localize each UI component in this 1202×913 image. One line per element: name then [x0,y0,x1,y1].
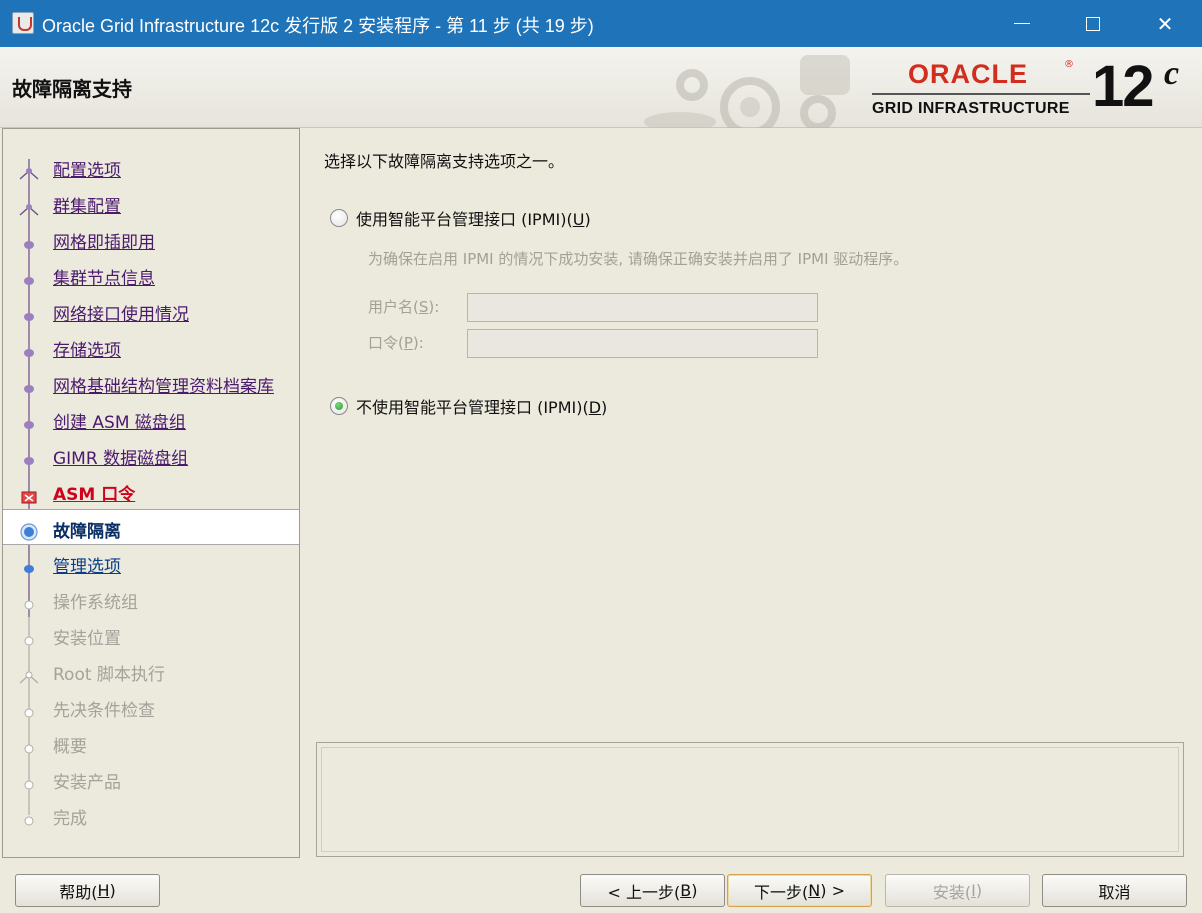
step-label: 管理选项 [53,557,121,577]
sidebar-item-management-options[interactable]: 管理选项 [3,545,299,581]
step-label: 概要 [53,737,87,757]
logo-divider [872,93,1090,95]
sidebar-item-gimr-diskgroup[interactable]: GIMR 数据磁盘组 [3,437,299,473]
sidebar-item-config-option[interactable]: 配置选项 [3,149,299,185]
step-pending-icon [24,600,34,610]
ipmi-option-label: 使用智能平台管理接口 (IPMI)(U) [356,210,591,229]
step-label: 存储选项 [53,341,121,361]
username-field[interactable] [467,293,818,322]
step-branch-icon [19,671,39,684]
install-button: 安装(I) [885,874,1030,907]
step-label: 操作系统组 [53,593,138,613]
sidebar-item-install-product: 安装产品 [3,761,299,797]
step-label: 集群节点信息 [53,269,155,289]
sidebar-item-asm-diskgroup[interactable]: 创建 ASM 磁盘组 [3,401,299,437]
no-ipmi-option[interactable]: 不使用智能平台管理接口 (IPMI)(D) [330,394,607,418]
no-ipmi-option-label: 不使用智能平台管理接口 (IPMI)(D) [356,398,608,417]
cancel-button[interactable]: 取消 [1042,874,1187,907]
sidebar-item-root-script: Root 脚本执行 [3,653,299,689]
ipmi-hint: 为确保在启用 IPMI 的情况下成功安装, 请确保正确安装并启用了 IPMI 驱… [368,250,909,268]
password-label: 口令(P): [368,334,424,352]
username-label: 用户名(S): [368,298,440,316]
sidebar-item-os-groups: 操作系统组 [3,581,299,617]
wizard-body: 配置选项 群集配置 网格即插即用 集群节点信息 网络接口使用情况 存储选项 网格… [0,128,1202,913]
step-label: 创建 ASM 磁盘组 [53,413,186,433]
sidebar-item-network-interfaces[interactable]: 网络接口使用情况 [3,293,299,329]
step-label: 先决条件检查 [53,701,155,721]
sidebar-item-prereq-checks: 先决条件检查 [3,689,299,725]
product-name: GRID INFRASTRUCTURE [872,100,1070,117]
maximize-icon [1086,16,1100,31]
gears-graphic-icon [644,55,850,128]
sidebar-item-failure-isolation[interactable]: 故障隔离 [3,509,299,545]
step-label: 网格基础结构管理资料档案库 [53,377,274,397]
step-done-icon [24,313,34,321]
instruction-text: 选择以下故障隔离支持选项之一。 [324,152,565,171]
step-branch-icon [19,168,39,180]
step-done-icon [24,385,34,393]
sidebar-item-install-location: 安装位置 [3,617,299,653]
step-pending-icon [24,744,34,754]
step-done-icon [24,421,34,429]
sidebar-item-summary: 概要 [3,725,299,761]
window-title: Oracle Grid Infrastructure 12c 发行版 2 安装程… [42,16,594,36]
step-pending-icon [24,636,34,646]
step-done-icon [24,241,34,249]
back-button[interactable]: < 上一步(B) [580,874,725,907]
sidebar-item-cluster-nodes[interactable]: 集群节点信息 [3,257,299,293]
step-label: ASM 口令 [53,485,136,505]
password-field[interactable] [467,329,818,358]
oracle-logo: ORACLE ® GRID INFRASTRUCTURE 12 c [868,53,1194,123]
step-error-icon [21,491,37,504]
step-pending-icon [24,780,34,790]
steps-sidebar: 配置选项 群集配置 网格即插即用 集群节点信息 网络接口使用情况 存储选项 网格… [2,128,300,858]
sidebar-item-cluster-config[interactable]: 群集配置 [3,185,299,221]
version-suffix: c [1164,55,1180,92]
step-current-icon [20,523,38,541]
step-label: Root 脚本执行 [53,665,165,685]
step-label: 网络接口使用情况 [53,305,189,325]
help-button[interactable]: 帮助(H) [15,874,160,907]
step-done-icon [24,457,34,465]
sidebar-item-storage-option[interactable]: 存储选项 [3,329,299,365]
step-pending-icon [24,816,34,826]
step-pending-icon [24,708,34,718]
java-app-icon [12,12,34,34]
oracle-brand: ORACLE [908,59,1028,89]
sidebar-item-gpnp[interactable]: 网格即插即用 [3,221,299,257]
step-label: 配置选项 [53,161,121,181]
no-ipmi-radio[interactable] [330,397,348,415]
step-label: 安装位置 [53,629,121,649]
maximize-button[interactable] [1058,0,1128,47]
step-label: GIMR 数据磁盘组 [53,449,189,469]
step-label: 群集配置 [53,197,121,217]
next-button[interactable]: 下一步(N) > [727,874,872,907]
message-area [321,747,1179,852]
page-header: 故障隔离支持 ORACLE ® GRID INFRASTRUCTURE 12 c [0,47,1202,128]
ipmi-radio[interactable] [330,209,348,227]
step-label: 网格即插即用 [53,233,155,253]
step-label: 完成 [53,809,87,829]
sidebar-item-finish: 完成 [3,797,299,833]
content-panel: 选择以下故障隔离支持选项之一。 使用智能平台管理接口 (IPMI)(U) 为确保… [300,128,1202,858]
minimize-button[interactable] [987,0,1057,47]
sidebar-item-asm-password[interactable]: ASM 口令 [3,473,299,509]
version-number: 12 [1092,54,1154,119]
step-next-icon [24,565,34,573]
close-button[interactable]: ✕ [1130,0,1200,47]
step-label: 安装产品 [53,773,121,793]
oracle-reg-mark: ® [1064,59,1074,70]
page-title: 故障隔离支持 [12,77,132,101]
ipmi-option[interactable]: 使用智能平台管理接口 (IPMI)(U) [330,206,591,230]
message-pane [316,742,1184,857]
step-branch-icon [19,204,39,216]
step-done-icon [24,277,34,285]
window-titlebar: Oracle Grid Infrastructure 12c 发行版 2 安装程… [0,0,1202,47]
sidebar-item-gimr[interactable]: 网格基础结构管理资料档案库 [3,365,299,401]
step-done-icon [24,349,34,357]
minimize-icon [1014,23,1030,24]
step-label: 故障隔离 [53,522,121,542]
close-icon: ✕ [1156,11,1174,36]
